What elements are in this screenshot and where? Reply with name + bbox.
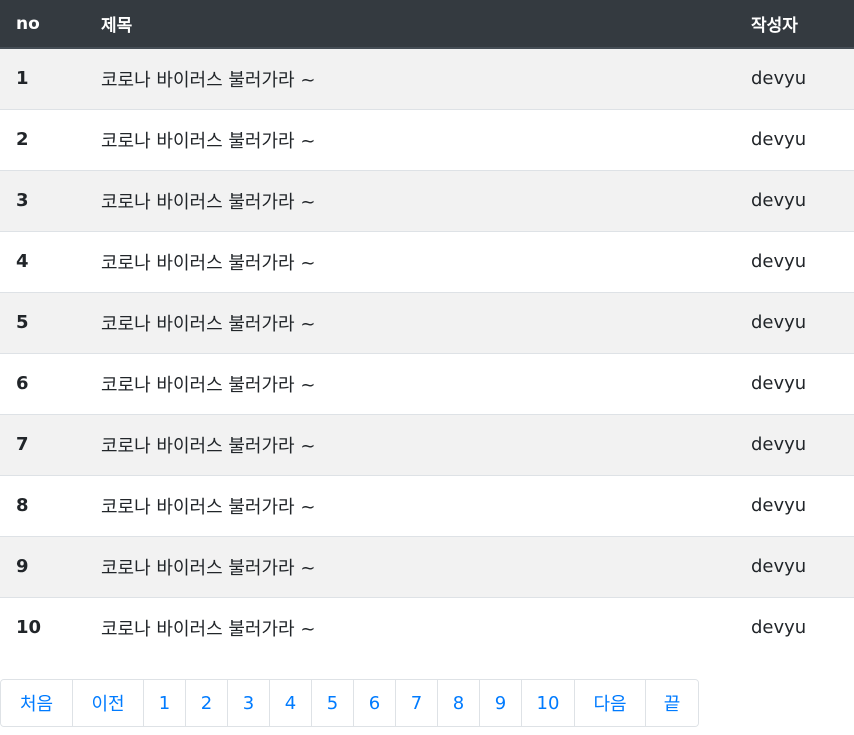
row-title[interactable]: 코로나 바이러스 불러가라 ~: [101, 169, 751, 231]
row-no: 5: [0, 291, 101, 353]
pagination-first-button[interactable]: 처음: [1, 680, 72, 726]
table-header: no 제목 작성자: [0, 0, 854, 49]
pagination-page-8[interactable]: 8: [437, 680, 479, 726]
row-author: devyu: [751, 291, 854, 353]
pagination-page-1[interactable]: 1: [143, 680, 185, 726]
row-author: devyu: [751, 108, 854, 170]
row-no: 1: [0, 47, 101, 109]
row-no: 7: [0, 413, 101, 475]
table-body: 1 코로나 바이러스 불러가라 ~ devyu 2 코로나 바이러스 불러가라 …: [0, 47, 854, 658]
row-title[interactable]: 코로나 바이러스 불러가라 ~: [101, 413, 751, 475]
pagination-page-3[interactable]: 3: [227, 680, 269, 726]
row-author: devyu: [751, 474, 854, 536]
row-no: 10: [0, 596, 101, 658]
table-row[interactable]: 2 코로나 바이러스 불러가라 ~ devyu: [0, 108, 854, 170]
row-no: 9: [0, 535, 101, 597]
board-table: no 제목 작성자 1 코로나 바이러스 불러가라 ~ devyu 2 코로나 …: [0, 0, 854, 658]
row-title[interactable]: 코로나 바이러스 불러가라 ~: [101, 352, 751, 414]
table-row[interactable]: 1 코로나 바이러스 불러가라 ~ devyu: [0, 47, 854, 109]
table-row[interactable]: 5 코로나 바이러스 불러가라 ~ devyu: [0, 291, 854, 353]
row-author: devyu: [751, 169, 854, 231]
pagination-last-button[interactable]: 끝: [645, 680, 698, 726]
pagination-page-7[interactable]: 7: [395, 680, 437, 726]
pagination-page-4[interactable]: 4: [269, 680, 311, 726]
row-title[interactable]: 코로나 바이러스 불러가라 ~: [101, 108, 751, 170]
table-row[interactable]: 10 코로나 바이러스 불러가라 ~ devyu: [0, 596, 854, 658]
row-author: devyu: [751, 47, 854, 109]
table-row[interactable]: 6 코로나 바이러스 불러가라 ~ devyu: [0, 352, 854, 414]
header-no: no: [0, 0, 101, 49]
header-author: 작성자: [751, 0, 854, 49]
header-row: no 제목 작성자: [0, 0, 854, 49]
row-no: 3: [0, 169, 101, 231]
row-no: 4: [0, 230, 101, 292]
row-author: devyu: [751, 352, 854, 414]
row-no: 6: [0, 352, 101, 414]
pagination-page-9[interactable]: 9: [479, 680, 521, 726]
row-author: devyu: [751, 596, 854, 658]
table-row[interactable]: 7 코로나 바이러스 불러가라 ~ devyu: [0, 413, 854, 475]
row-title[interactable]: 코로나 바이러스 불러가라 ~: [101, 535, 751, 597]
row-no: 2: [0, 108, 101, 170]
table-row[interactable]: 3 코로나 바이러스 불러가라 ~ devyu: [0, 169, 854, 231]
pagination-page-6[interactable]: 6: [353, 680, 395, 726]
row-author: devyu: [751, 535, 854, 597]
pagination-page-5[interactable]: 5: [311, 680, 353, 726]
pagination-page-10[interactable]: 10: [521, 680, 574, 726]
pagination: 처음 이전 1 2 3 4 5 6 7 8 9 10 다음 끝: [0, 679, 699, 727]
pagination-prev-button[interactable]: 이전: [72, 680, 143, 726]
pagination-next-button[interactable]: 다음: [574, 680, 645, 726]
row-author: devyu: [751, 413, 854, 475]
row-author: devyu: [751, 230, 854, 292]
row-title[interactable]: 코로나 바이러스 불러가라 ~: [101, 291, 751, 353]
row-title[interactable]: 코로나 바이러스 불러가라 ~: [101, 47, 751, 109]
row-no: 8: [0, 474, 101, 536]
row-title[interactable]: 코로나 바이러스 불러가라 ~: [101, 596, 751, 658]
table-row[interactable]: 4 코로나 바이러스 불러가라 ~ devyu: [0, 230, 854, 292]
row-title[interactable]: 코로나 바이러스 불러가라 ~: [101, 474, 751, 536]
table-row[interactable]: 9 코로나 바이러스 불러가라 ~ devyu: [0, 535, 854, 597]
header-title: 제목: [101, 0, 751, 49]
table-row[interactable]: 8 코로나 바이러스 불러가라 ~ devyu: [0, 474, 854, 536]
pagination-page-2[interactable]: 2: [185, 680, 227, 726]
row-title[interactable]: 코로나 바이러스 불러가라 ~: [101, 230, 751, 292]
